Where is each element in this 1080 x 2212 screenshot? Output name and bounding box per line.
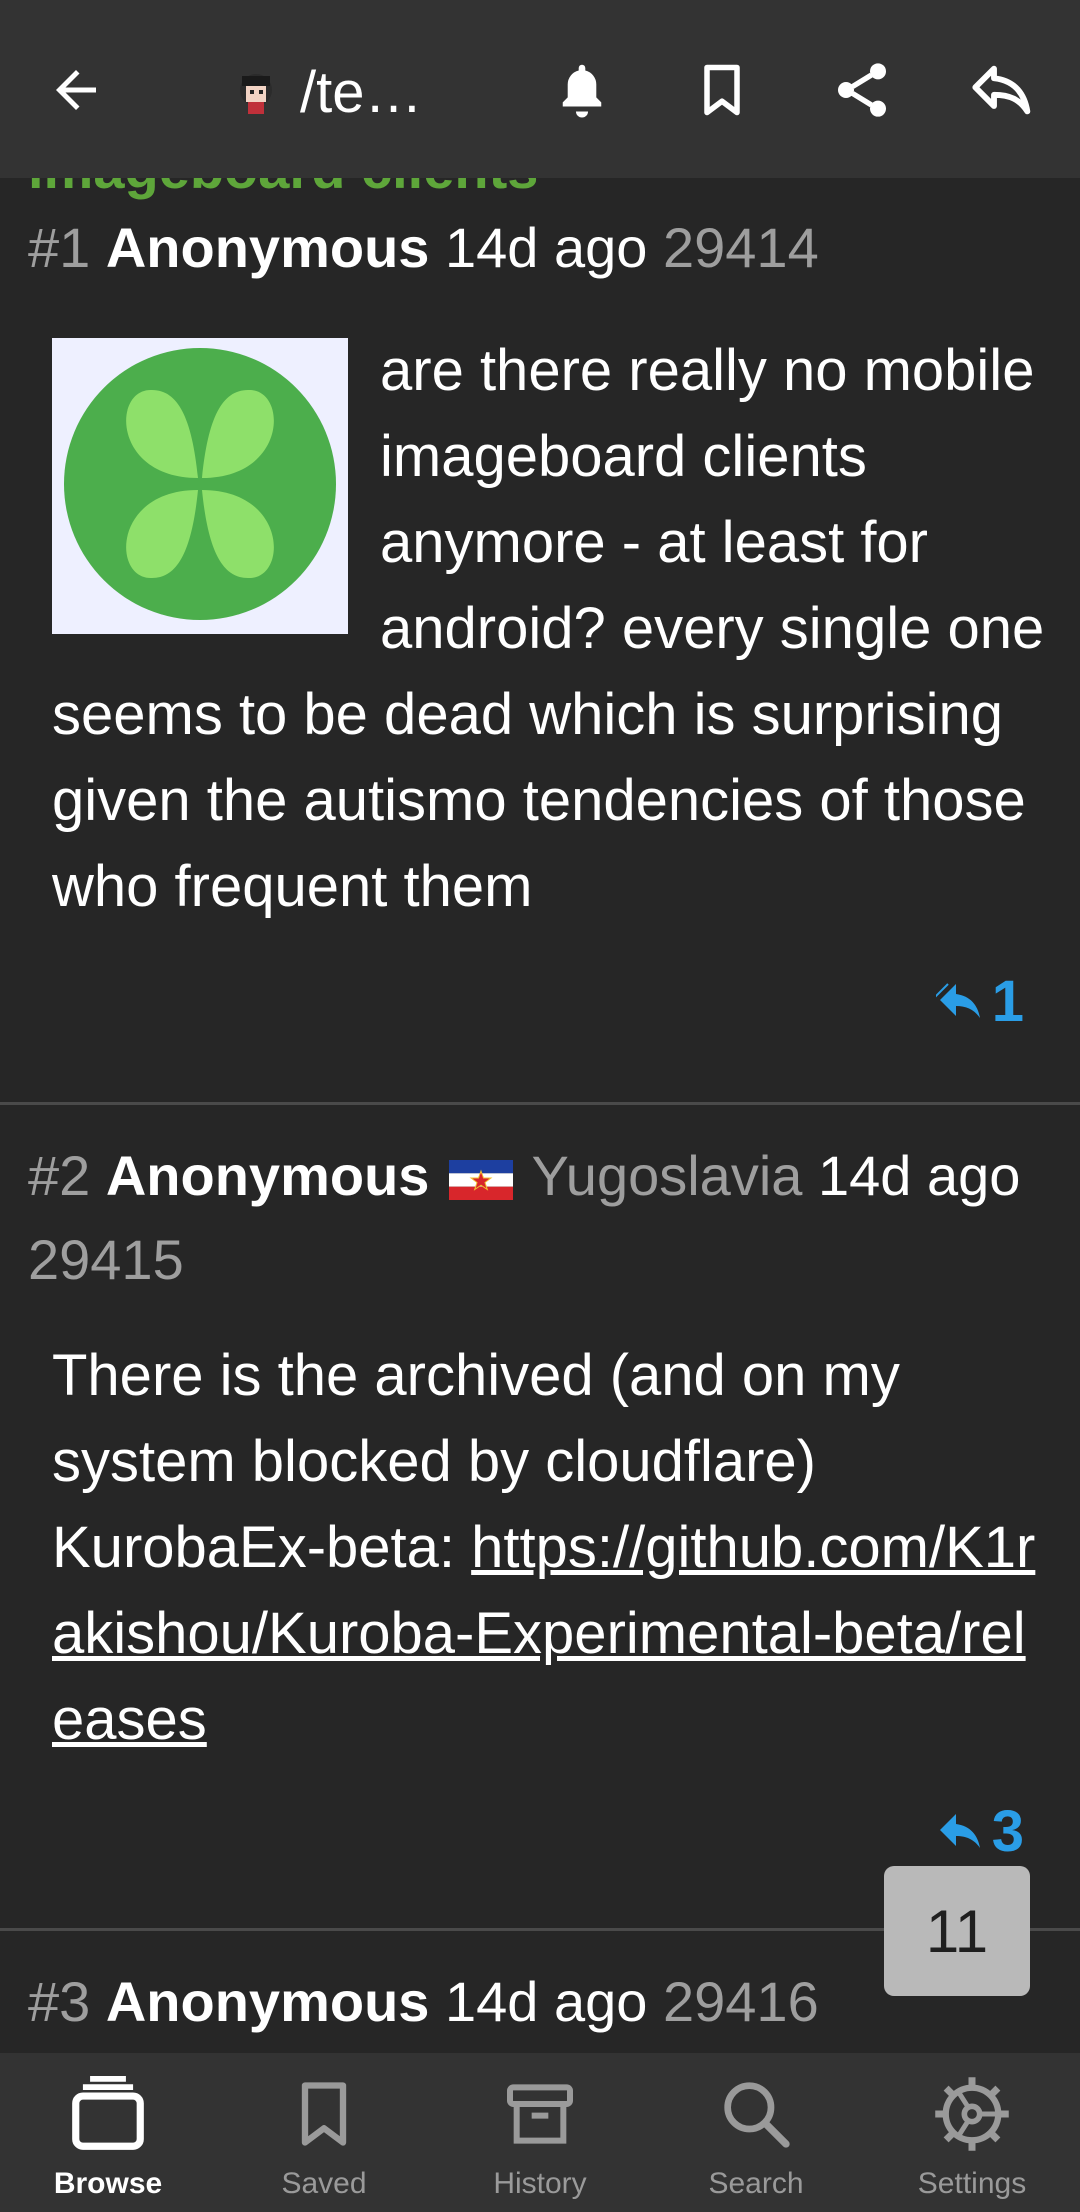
- poster-name: Anonymous: [105, 1144, 430, 1207]
- post-index: #2: [28, 1144, 91, 1207]
- post-time-suffix: ago: [926, 1144, 1021, 1207]
- post-header: #1 Anonymous 14d ago 29414: [28, 206, 1038, 290]
- post-number[interactable]: 29415: [28, 1228, 184, 1291]
- post-comment: There is the archived (and on my system …: [52, 1333, 1042, 1763]
- nav-browse[interactable]: Browse: [0, 2053, 216, 2212]
- nav-search[interactable]: Search: [648, 2053, 864, 2212]
- reply-count[interactable]: 1: [935, 968, 1024, 1035]
- post-time: 14d ago: [444, 216, 648, 279]
- nav-label: Settings: [917, 2167, 1027, 2200]
- nav-history[interactable]: History: [432, 2053, 648, 2212]
- reply-count-number: 3: [991, 1799, 1024, 1864]
- post-number[interactable]: 29414: [663, 216, 819, 279]
- bookmark-icon[interactable]: [682, 50, 762, 130]
- poster-name: Anonymous: [105, 216, 430, 279]
- nav-label: Browse: [53, 2167, 163, 2200]
- top-app-bar: /te…: [0, 0, 1080, 178]
- back-arrow-icon[interactable]: [36, 50, 116, 130]
- reply-count-number: 1: [991, 969, 1024, 1034]
- poster-country: Yugoslavia: [531, 1144, 803, 1207]
- bottom-navigation: Browse Saved History Search Settings: [0, 2053, 1080, 2212]
- post-time: 14d ago: [444, 1970, 648, 2033]
- clover-icon: [52, 338, 348, 634]
- post-divider: [0, 1102, 1080, 1105]
- yugoslavia-flag-icon: [448, 1160, 513, 1201]
- scroll-position-counter[interactable]: 11: [884, 1866, 1030, 1996]
- post-index: #3: [28, 1970, 91, 2033]
- gear-icon: [927, 2069, 1017, 2159]
- board-title[interactable]: /te…: [228, 52, 423, 132]
- post-index: #1: [28, 216, 91, 279]
- reply-count[interactable]: 3: [936, 1798, 1024, 1865]
- reply-icon[interactable]: [962, 50, 1042, 130]
- board-avatar-icon: [240, 74, 272, 114]
- nav-label: Search: [708, 2167, 804, 2200]
- poster-name: Anonymous: [105, 1970, 430, 2033]
- browse-icon: [63, 2069, 153, 2159]
- reply-arrow-icon: [939, 1813, 980, 1848]
- nav-saved[interactable]: Saved: [216, 2053, 432, 2212]
- post-header: #2 Anonymous Yugoslavia 14d ago 29415: [28, 1134, 1038, 1302]
- bell-icon[interactable]: [542, 50, 622, 130]
- post-thumbnail[interactable]: [52, 338, 348, 634]
- reply-arrow-icon: [935, 982, 980, 1018]
- post-comment: are there really no mobile imageboard cl…: [52, 328, 1052, 930]
- nav-label: History: [493, 2167, 587, 2200]
- archive-box-icon: [495, 2069, 585, 2159]
- search-icon: [711, 2069, 801, 2159]
- nav-label: Saved: [281, 2167, 367, 2200]
- nav-settings[interactable]: Settings: [864, 2053, 1080, 2212]
- post-number[interactable]: 29416: [663, 1970, 819, 2033]
- thread-subject: imageboard clients: [28, 178, 538, 201]
- share-icon[interactable]: [822, 50, 902, 130]
- board-title-text: /te…: [300, 59, 423, 125]
- bookmark-icon: [279, 2069, 369, 2159]
- post-time: 14d: [817, 1144, 912, 1207]
- thread-post-list[interactable]: imageboard clients #1 Anonymous 14d ago …: [0, 178, 1080, 2053]
